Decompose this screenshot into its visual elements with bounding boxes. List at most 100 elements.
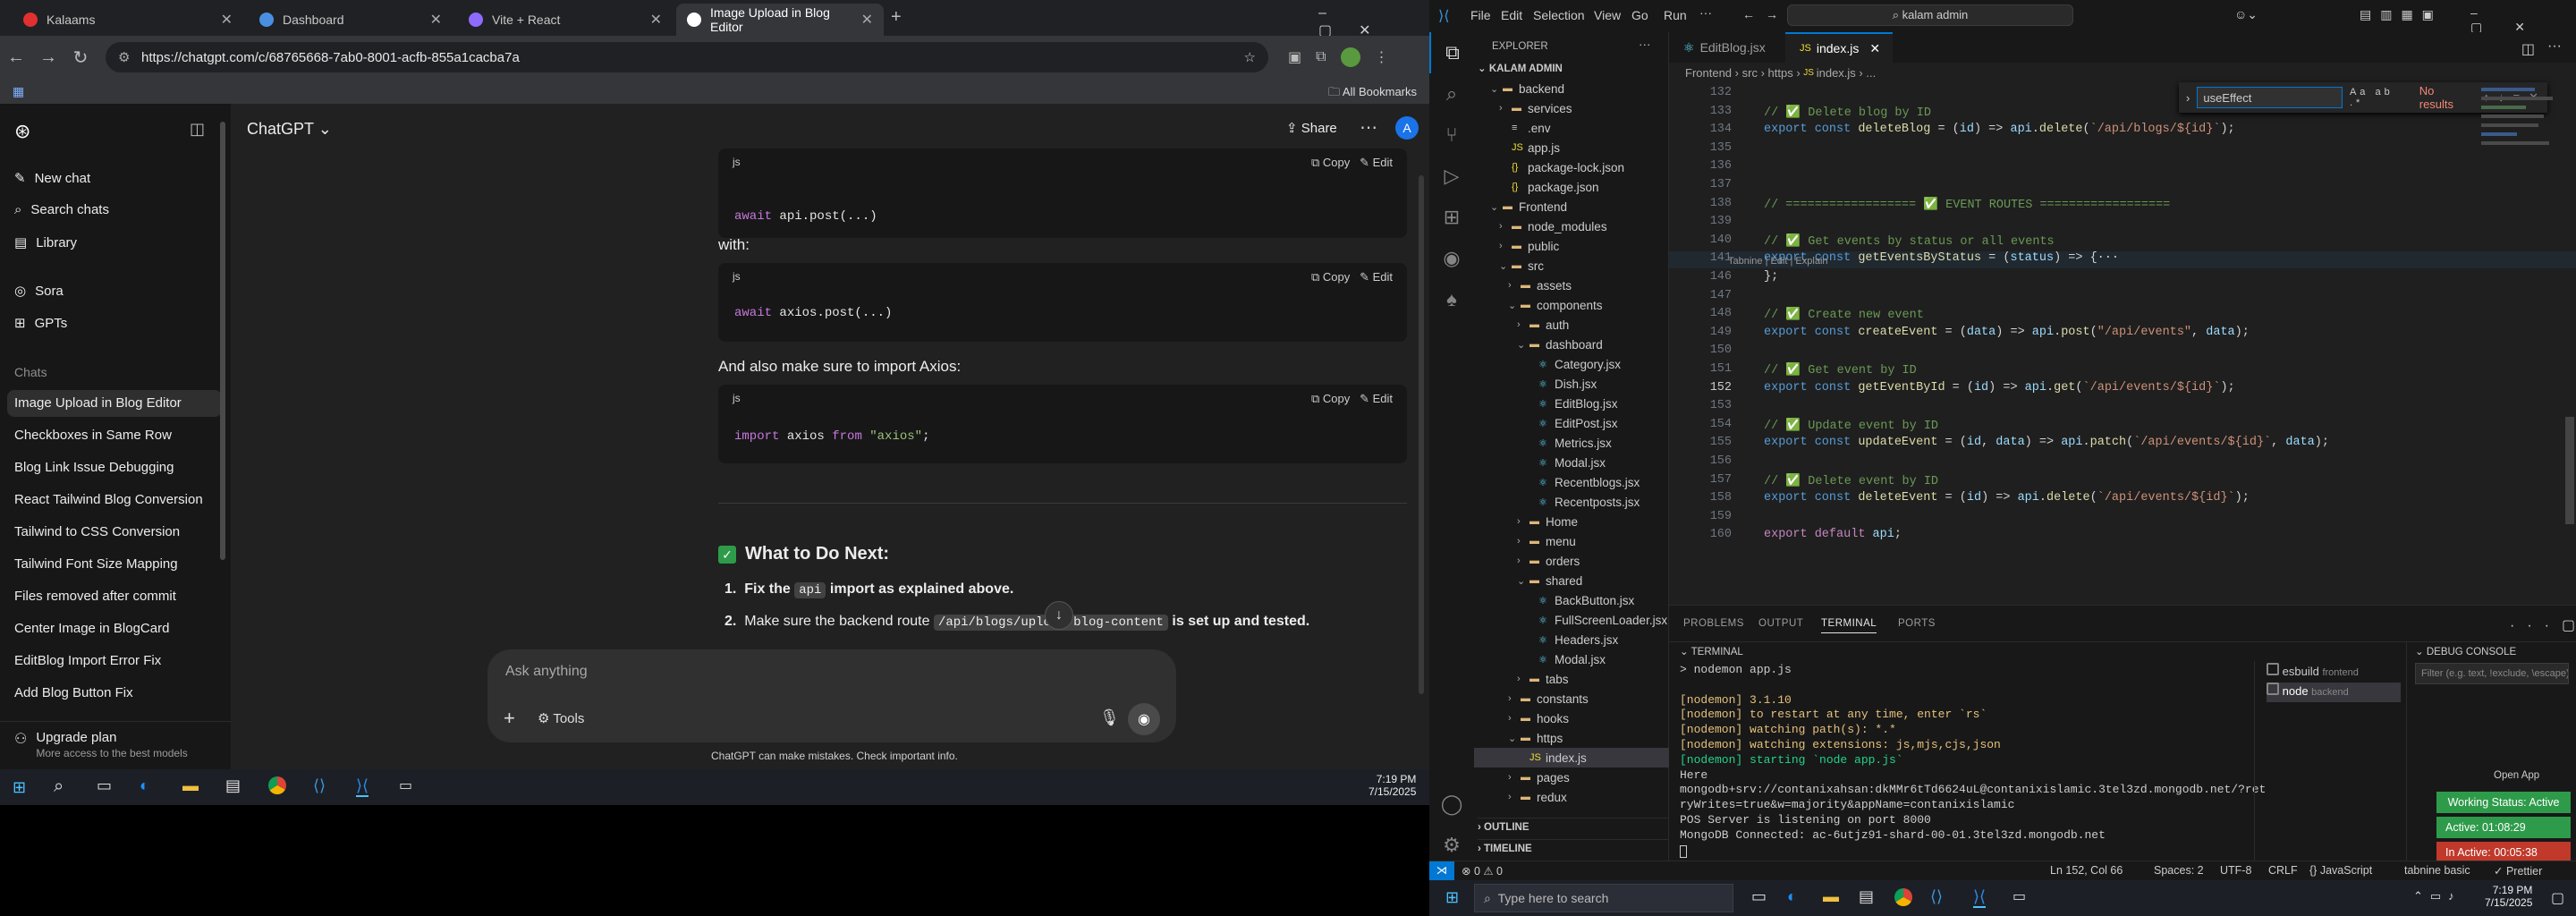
prompt-input[interactable]: Ask anything bbox=[505, 664, 588, 680]
tree-item[interactable]: › ▬ constants bbox=[1474, 689, 1669, 708]
tree-item[interactable]: ⌄ ▬ https bbox=[1474, 728, 1669, 748]
tree-item[interactable]: › ▬ Home bbox=[1474, 512, 1669, 531]
new-chat-button[interactable]: ✎ New chat bbox=[14, 170, 90, 187]
openai-logo-icon[interactable]: ⊛ bbox=[14, 120, 30, 143]
account-icon[interactable]: ◯ bbox=[1429, 784, 1474, 825]
tab-editblog[interactable]: ⚛ EditBlog.jsx bbox=[1669, 32, 1785, 63]
explorer-more-icon[interactable]: ··· bbox=[1639, 38, 1651, 51]
profile-icon[interactable] bbox=[1340, 47, 1360, 67]
windows-start-icon[interactable]: ⊞ bbox=[1445, 888, 1459, 907]
tree-item[interactable]: › ▬ services bbox=[1474, 98, 1669, 118]
tab-kalaams[interactable]: Kalaams ✕ bbox=[13, 4, 243, 36]
vscode-icon[interactable]: ⟩⟨ bbox=[1973, 887, 1987, 908]
breadcrumb-item[interactable]: index.js bbox=[1817, 66, 1856, 80]
chat-item[interactable]: Checkboxes in Same Row bbox=[14, 428, 172, 443]
tree-item[interactable]: ⚛ Category.jsx bbox=[1474, 354, 1669, 374]
editor-scrollbar[interactable] bbox=[2565, 417, 2574, 524]
tree-item[interactable]: {} package-lock.json bbox=[1474, 157, 1669, 177]
mongodb-leaf-icon[interactable]: ♠ bbox=[1429, 279, 1474, 320]
breadcrumb-item[interactable]: src bbox=[1742, 66, 1758, 80]
nav-forward-icon[interactable]: → bbox=[1766, 7, 1778, 21]
chrome-icon[interactable] bbox=[1894, 888, 1912, 906]
split-editor-icon[interactable]: ◫ bbox=[2521, 40, 2535, 58]
model-selector[interactable]: ChatGPT ⌄ bbox=[247, 120, 332, 139]
tree-item[interactable]: ⌄ ▬ Frontend bbox=[1474, 197, 1669, 216]
debug-filter-input[interactable]: Filter (e.g. text, !exclude, \escape) bbox=[2415, 663, 2569, 684]
voice-mode-icon[interactable]: ◉ bbox=[1128, 703, 1160, 735]
reload-icon[interactable]: ↻ bbox=[64, 41, 97, 73]
minimap[interactable] bbox=[2474, 82, 2563, 199]
share-button[interactable]: ⇪ Share bbox=[1286, 120, 1337, 136]
chat-item[interactable]: EditBlog Import Error Fix bbox=[14, 653, 161, 668]
chat-item[interactable]: Files removed after commit bbox=[14, 589, 176, 604]
menu-edit[interactable]: Edit bbox=[1501, 8, 1522, 22]
vscode-blue-icon[interactable]: ⟨⟩ bbox=[313, 776, 326, 795]
back-icon[interactable]: ← bbox=[0, 41, 32, 73]
chat-item[interactable]: Image Upload in Blog Editor bbox=[14, 395, 182, 411]
upgrade-plan-button[interactable]: ⚇ Upgrade plan More access to the best m… bbox=[14, 730, 188, 759]
chat-item[interactable]: React Tailwind Blog Conversion bbox=[14, 492, 203, 507]
close-tab-icon[interactable]: ✕ bbox=[1869, 41, 1880, 56]
window-controls[interactable]: –▢✕ bbox=[1318, 5, 1429, 39]
edge-icon[interactable]: ◐ bbox=[140, 776, 149, 795]
panel-actions[interactable]: ···▢✕ bbox=[2510, 616, 2576, 634]
new-tab-button[interactable]: + bbox=[891, 7, 902, 28]
cursor-position[interactable]: Ln 152, Col 66 bbox=[2050, 864, 2123, 877]
tab-dashboard[interactable]: Dashboard ✕ bbox=[249, 4, 453, 36]
window-controls[interactable]: –▢✕ bbox=[2470, 5, 2576, 35]
tree-item[interactable]: {} package.json bbox=[1474, 177, 1669, 197]
find-input[interactable]: useEffect bbox=[2197, 87, 2343, 108]
tree-item[interactable]: JS app.js bbox=[1474, 138, 1669, 157]
chat-item[interactable]: Tailwind Font Size Mapping bbox=[14, 556, 178, 572]
file-explorer-icon[interactable]: ▬ bbox=[1823, 887, 1839, 906]
clock[interactable]: 7:19 PM 7/15/2025 bbox=[2485, 884, 2532, 909]
codelens[interactable]: Tabnine | Edit | Explain bbox=[1728, 256, 1828, 267]
edit-button[interactable]: ✎ Edit bbox=[1360, 392, 1393, 405]
windows-start-icon[interactable]: ⊞ bbox=[13, 778, 26, 797]
tree-item[interactable]: › ▬ public bbox=[1474, 236, 1669, 256]
timeline-section[interactable]: › TIMELINE bbox=[1478, 839, 1669, 854]
taskbar-search[interactable]: ⌕ Type here to search bbox=[1474, 884, 1733, 912]
tree-item[interactable]: ⌄ ▬ shared bbox=[1474, 571, 1669, 590]
tree-item[interactable]: ⌄ ▬ src bbox=[1474, 256, 1669, 276]
tab-vite-react[interactable]: Vite + React ✕ bbox=[458, 4, 673, 36]
indentation[interactable]: Spaces: 2 bbox=[2154, 864, 2204, 877]
github-icon[interactable]: ◉ bbox=[1429, 238, 1474, 279]
tree-item[interactable]: ⚛ Dish.jsx bbox=[1474, 374, 1669, 394]
edit-button[interactable]: ✎ Edit bbox=[1360, 156, 1393, 169]
explorer-icon[interactable]: ⧉ bbox=[1429, 32, 1474, 73]
breadcrumb-item[interactable]: https bbox=[1768, 66, 1793, 80]
store-icon[interactable]: ▤ bbox=[1859, 887, 1874, 906]
breadcrumb-item[interactable]: ... bbox=[1866, 66, 1876, 80]
search-icon[interactable]: ⌕ bbox=[1429, 73, 1474, 114]
chat-scrollbar[interactable] bbox=[1419, 175, 1424, 694]
tree-item[interactable]: › ▬ hooks bbox=[1474, 708, 1669, 728]
tree-item[interactable]: ⚛ Recentblogs.jsx bbox=[1474, 472, 1669, 492]
copilot-icon[interactable]: ☺⌄ bbox=[2234, 7, 2258, 22]
terminal-item[interactable]: esbuild frontend bbox=[2267, 663, 2401, 683]
tree-item[interactable]: › ▬ pages bbox=[1474, 768, 1669, 787]
tree-item[interactable]: ⚛ FullScreenLoader.jsx bbox=[1474, 610, 1669, 630]
scroll-down-button[interactable]: ↓ bbox=[1045, 601, 1073, 630]
menu-view[interactable]: View bbox=[1594, 8, 1621, 22]
file-explorer-icon[interactable]: ▬ bbox=[182, 776, 199, 795]
system-tray-icons[interactable]: ⌃▭♪ bbox=[2413, 889, 2462, 903]
editor-more-icon[interactable]: ··· bbox=[2547, 38, 2562, 55]
close-tab-icon[interactable]: ✕ bbox=[430, 11, 442, 29]
forward-icon[interactable]: → bbox=[32, 41, 64, 73]
tree-item[interactable]: ⚛ Metrics.jsx bbox=[1474, 433, 1669, 453]
tab-image-upload[interactable]: Image Upload in Blog Editor ✕ bbox=[676, 4, 884, 36]
sora-button[interactable]: ◎ Sora bbox=[14, 283, 64, 300]
site-info-icon[interactable]: ⚙ bbox=[118, 49, 130, 65]
search-chats-button[interactable]: ⌕ Search chats bbox=[14, 202, 109, 217]
bookmark-star-icon[interactable]: ☆ bbox=[1244, 49, 1256, 65]
tree-item[interactable]: ⚛ Recentposts.jsx bbox=[1474, 492, 1669, 512]
user-avatar[interactable]: A bbox=[1395, 116, 1419, 140]
tree-item[interactable]: ⚛ BackButton.jsx bbox=[1474, 590, 1669, 610]
close-tab-icon[interactable]: ✕ bbox=[861, 11, 873, 29]
tree-item[interactable]: › ▬ assets bbox=[1474, 276, 1669, 295]
close-tab-icon[interactable]: ✕ bbox=[221, 11, 233, 29]
workspace-header[interactable]: ⌄ KALAM ADMIN bbox=[1478, 62, 1563, 74]
panel-tab-output[interactable]: OUTPUT bbox=[1758, 618, 1803, 629]
panel-tab-ports[interactable]: PORTS bbox=[1898, 618, 1936, 629]
